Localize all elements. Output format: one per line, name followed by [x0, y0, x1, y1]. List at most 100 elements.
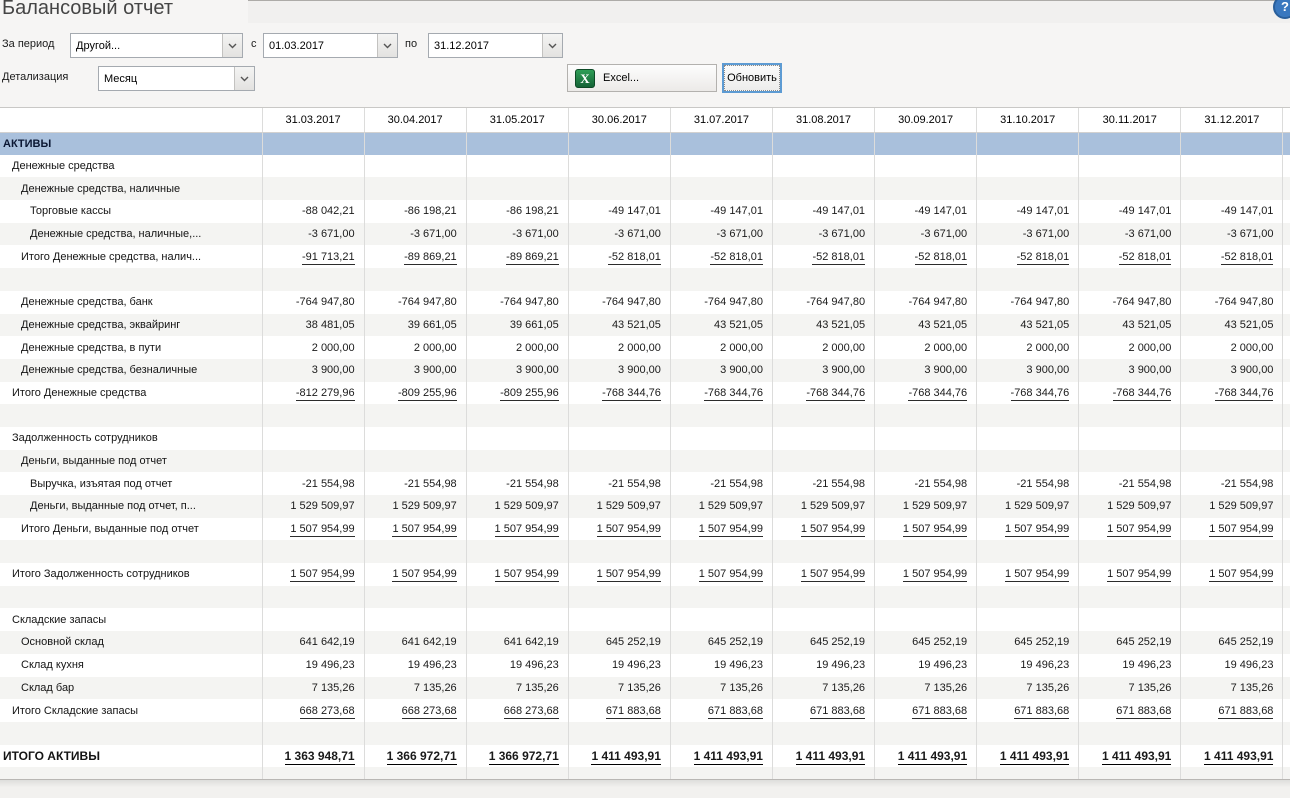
value-cell[interactable]: -21 554,98 — [1079, 472, 1181, 495]
date-from-select[interactable]: 01.03.2017 — [263, 33, 398, 58]
chevron-down-icon[interactable] — [222, 34, 242, 57]
value-cell[interactable]: 1 529 509,97 — [568, 495, 670, 518]
row-label[interactable]: Денежные средства, безналичные — [0, 359, 262, 382]
value-cell[interactable]: 1 363 948,71 — [262, 745, 364, 768]
value-cell[interactable]: -809 255,96 — [466, 382, 568, 405]
value-cell[interactable]: 2 000,00 — [772, 336, 874, 359]
value-cell[interactable]: 1 529 509,97 — [875, 495, 977, 518]
value-cell[interactable]: 39 661,05 — [466, 314, 568, 337]
value-cell[interactable]: 671 883,68 — [977, 699, 1079, 722]
row-label[interactable]: Деньги, выданные под отчет, п... — [0, 495, 262, 518]
value-cell[interactable]: -3 671,00 — [568, 223, 670, 246]
value-cell[interactable]: 19 496,23 — [1079, 654, 1181, 677]
value-cell[interactable]: 671 883,68 — [772, 699, 874, 722]
row-label[interactable]: Итого Деньги, выданные под отчет — [0, 518, 262, 541]
value-cell[interactable]: -52 818,01 — [1181, 245, 1283, 268]
value-cell[interactable]: 2 000,00 — [466, 336, 568, 359]
value-cell[interactable]: 2 000,00 — [1181, 336, 1283, 359]
value-cell[interactable]: -764 947,80 — [1181, 291, 1283, 314]
value-cell[interactable]: 3 900,00 — [977, 359, 1079, 382]
row-label[interactable]: Основной склад — [0, 631, 262, 654]
row-label[interactable]: Итого Задолженность сотрудников — [0, 563, 262, 586]
value-cell[interactable]: 19 496,23 — [670, 654, 772, 677]
value-cell[interactable]: 2 000,00 — [875, 336, 977, 359]
value-cell[interactable]: 1 507 954,99 — [1079, 518, 1181, 541]
value-cell[interactable]: 1 411 493,91 — [772, 745, 874, 768]
value-cell[interactable]: -812 279,96 — [262, 382, 364, 405]
value-cell[interactable]: 2 000,00 — [1079, 336, 1181, 359]
value-cell[interactable]: 1 529 509,97 — [1079, 495, 1181, 518]
value-cell[interactable]: 7 135,26 — [977, 677, 1079, 700]
value-cell[interactable]: 43 521,05 — [875, 314, 977, 337]
value-cell[interactable]: 7 135,26 — [568, 677, 670, 700]
value-cell[interactable]: 1 507 954,99 — [1181, 563, 1283, 586]
value-cell[interactable]: 1 507 954,99 — [875, 563, 977, 586]
value-cell[interactable]: 19 496,23 — [466, 654, 568, 677]
value-cell[interactable]: -809 255,96 — [364, 382, 466, 405]
row-label[interactable]: Денежные средства, наличные — [0, 177, 262, 200]
value-cell[interactable]: -49 147,01 — [772, 200, 874, 223]
row-label[interactable]: Торговые кассы — [0, 200, 262, 223]
value-cell[interactable]: 1 411 493,91 — [1181, 745, 1283, 768]
value-cell[interactable]: 668 273,68 — [262, 699, 364, 722]
value-cell[interactable]: 1 366 972,71 — [466, 745, 568, 768]
value-cell[interactable]: -21 554,98 — [568, 472, 670, 495]
value-cell[interactable]: -768 344,76 — [1079, 382, 1181, 405]
value-cell[interactable]: -91 713,21 — [262, 245, 364, 268]
value-cell[interactable]: 668 273,68 — [364, 699, 466, 722]
value-cell[interactable]: -764 947,80 — [772, 291, 874, 314]
value-cell[interactable]: 19 496,23 — [977, 654, 1079, 677]
value-cell[interactable]: 1 507 954,99 — [670, 518, 772, 541]
value-cell[interactable]: 3 900,00 — [670, 359, 772, 382]
value-cell[interactable]: 641 642,19 — [262, 631, 364, 654]
value-cell[interactable]: -764 947,80 — [875, 291, 977, 314]
value-cell[interactable]: 19 496,23 — [364, 654, 466, 677]
value-cell[interactable]: 1 507 954,99 — [262, 563, 364, 586]
row-label[interactable]: Итого Денежные средства, налич... — [0, 245, 262, 268]
value-cell[interactable]: 43 521,05 — [568, 314, 670, 337]
value-cell[interactable]: 1 411 493,91 — [670, 745, 772, 768]
value-cell[interactable]: -21 554,98 — [466, 472, 568, 495]
value-cell[interactable]: -764 947,80 — [262, 291, 364, 314]
value-cell[interactable]: 1 507 954,99 — [364, 563, 466, 586]
value-cell[interactable]: 43 521,05 — [1181, 314, 1283, 337]
value-cell[interactable]: 1 411 493,91 — [1079, 745, 1181, 768]
value-cell[interactable]: 671 883,68 — [568, 699, 670, 722]
value-cell[interactable]: 2 000,00 — [568, 336, 670, 359]
value-cell[interactable]: 1 507 954,99 — [1181, 518, 1283, 541]
row-label[interactable]: Денежные средства, в пути — [0, 336, 262, 359]
value-cell[interactable]: 1 529 509,97 — [1181, 495, 1283, 518]
value-cell[interactable]: 1 507 954,99 — [466, 563, 568, 586]
value-cell[interactable]: -768 344,76 — [568, 382, 670, 405]
value-cell[interactable]: 641 642,19 — [466, 631, 568, 654]
value-cell[interactable]: 3 900,00 — [262, 359, 364, 382]
value-cell[interactable]: -21 554,98 — [772, 472, 874, 495]
value-cell[interactable]: -86 198,21 — [466, 200, 568, 223]
value-cell[interactable]: -3 671,00 — [875, 223, 977, 246]
value-cell[interactable]: -764 947,80 — [1079, 291, 1181, 314]
value-cell[interactable]: -3 671,00 — [364, 223, 466, 246]
value-cell[interactable]: 39 661,05 — [364, 314, 466, 337]
value-cell[interactable]: 43 521,05 — [1079, 314, 1181, 337]
value-cell[interactable]: 1 507 954,99 — [875, 518, 977, 541]
value-cell[interactable]: -89 869,21 — [466, 245, 568, 268]
value-cell[interactable]: 3 900,00 — [568, 359, 670, 382]
horizontal-scrollbar[interactable] — [0, 779, 1290, 798]
row-label[interactable]: Задолженность сотрудников — [0, 427, 262, 450]
value-cell[interactable]: -3 671,00 — [772, 223, 874, 246]
value-cell[interactable]: 645 252,19 — [670, 631, 772, 654]
value-cell[interactable]: -764 947,80 — [977, 291, 1079, 314]
value-cell[interactable]: 19 496,23 — [875, 654, 977, 677]
value-cell[interactable]: 7 135,26 — [875, 677, 977, 700]
value-cell[interactable]: 1 529 509,97 — [364, 495, 466, 518]
value-cell[interactable]: 645 252,19 — [977, 631, 1079, 654]
date-to-select[interactable]: 31.12.2017 — [428, 33, 563, 58]
value-cell[interactable]: 1 507 954,99 — [1079, 563, 1181, 586]
value-cell[interactable]: -768 344,76 — [670, 382, 772, 405]
value-cell[interactable]: -768 344,76 — [1181, 382, 1283, 405]
value-cell[interactable]: 1 529 509,97 — [977, 495, 1079, 518]
value-cell[interactable]: -21 554,98 — [977, 472, 1079, 495]
value-cell[interactable]: 671 883,68 — [1181, 699, 1283, 722]
value-cell[interactable]: 3 900,00 — [1079, 359, 1181, 382]
value-cell[interactable]: 1 529 509,97 — [262, 495, 364, 518]
